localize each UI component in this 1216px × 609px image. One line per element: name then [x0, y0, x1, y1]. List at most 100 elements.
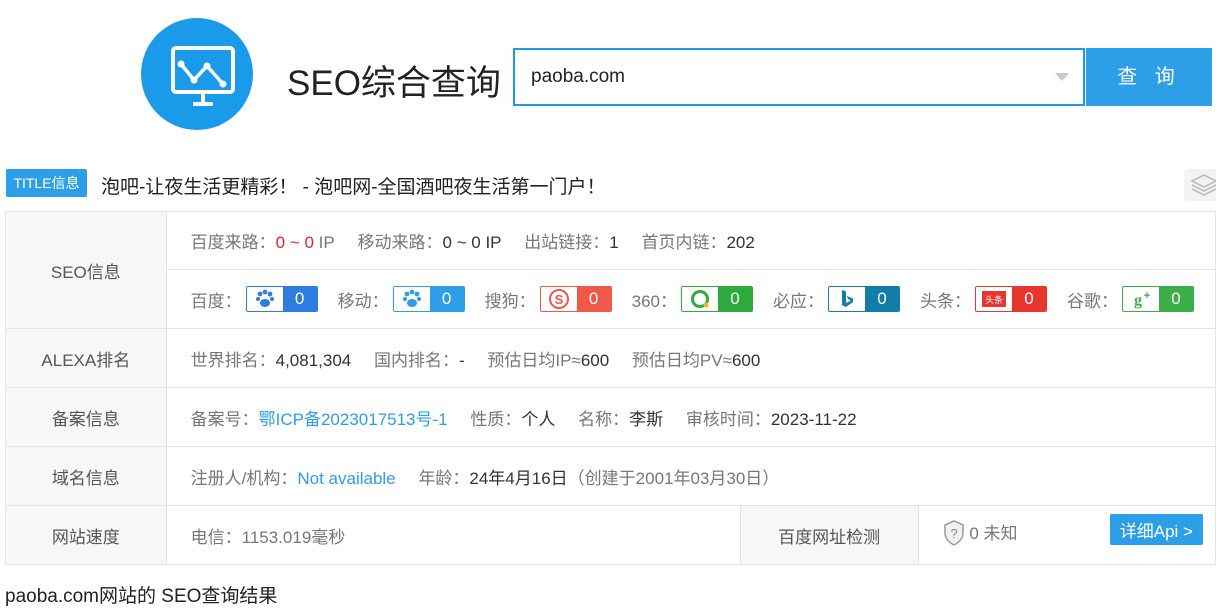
icp-date-value: 2023-11-22 [770, 409, 857, 429]
seo-info-table: SEO信息 百度来路：0 ~ 0 IP 移动来路：0 ~ 0 IP 出站链接：1… [5, 211, 1216, 565]
chart-monitor-icon [171, 46, 235, 106]
weight-value: 0 [429, 287, 464, 311]
registrant-link[interactable]: Not available [297, 469, 395, 488]
weight-value: 0 [718, 287, 752, 311]
title-badge: TITLE信息 [6, 169, 87, 197]
baidu-traffic-value[interactable]: 0 ~ 0 [276, 233, 314, 252]
speed-label: 网站速度 [5, 505, 167, 565]
seo-label: SEO信息 [5, 211, 167, 329]
toutiao-icon: 头条 [976, 287, 1012, 311]
check-result-cell: ? 0 未知 详细Api > [918, 506, 1215, 564]
weight-item: 移动： 0 [338, 286, 465, 312]
weight-label: 必应： [773, 291, 824, 311]
outlinks-value[interactable]: 1 [609, 233, 618, 252]
weight-chip[interactable]: 0 [245, 286, 318, 312]
est-pv-value: 600 [731, 350, 761, 370]
icp-type-label: 性质： [470, 409, 522, 429]
speed-row: 电信：1153.019毫秒 百度网址检测 ? 0 未知 详细Api > [165, 505, 1216, 565]
shield-question-icon: ? [943, 519, 965, 551]
detail-api-button[interactable]: 详细Api > [1109, 514, 1203, 545]
bing-icon [829, 287, 865, 311]
weight-chip[interactable]: S0 [539, 286, 612, 312]
weights-row: 百度： 0 移动： 0 搜狗： S 0 360： 0 必应： 0 头条： 头条 0 谷歌： g +0 [165, 269, 1216, 329]
weight-item: 必应： 0 [773, 286, 900, 312]
domestic-rank-label: 国内排名： [374, 350, 459, 370]
alexa-label: ALEXA排名 [5, 328, 167, 388]
telecom-cell: 电信：1153.019毫秒 [166, 506, 741, 564]
google-plus-icon: g + [1123, 287, 1159, 311]
world-rank-value: 4,081,304 [275, 350, 352, 370]
icp-label: 备案信息 [5, 387, 167, 447]
weight-value: 0 [576, 287, 611, 311]
weight-value: 0 [1159, 287, 1193, 311]
domestic-rank-value: - [459, 350, 465, 370]
weight-item: 百度： 0 [191, 286, 318, 312]
age-value: 24年4月16日 [469, 468, 568, 488]
domain-label: 域名信息 [5, 446, 167, 506]
traffic-row: 百度来路：0 ~ 0 IP 移动来路：0 ~ 0 IP 出站链接：1 首页内链：… [165, 211, 1216, 270]
icp-row: 备案号：鄂ICP备2023017513号-1 性质：个人 名称：李斯 审核时间：… [165, 387, 1216, 447]
weight-chip[interactable]: g +0 [1122, 286, 1194, 312]
icp-name-label: 名称： [578, 409, 630, 429]
logo [141, 18, 253, 130]
world-rank-label: 世界排名： [190, 350, 276, 370]
icp-type-value: 个人 [521, 409, 556, 429]
weight-value: 0 [282, 287, 317, 311]
weight-label: 360： [631, 291, 677, 311]
search-input[interactable] [515, 50, 1035, 104]
est-ip-label: 预估日均IP≈ [487, 350, 581, 370]
dropdown-chevron-icon[interactable] [1055, 73, 1069, 81]
check-result-value: 0 未知 [969, 524, 1018, 544]
weight-label: 谷歌： [1067, 291, 1118, 311]
svg-text:S: S [554, 292, 563, 307]
svg-text:+: + [1144, 290, 1150, 302]
svg-text:g: g [1134, 292, 1142, 309]
weight-value: 0 [865, 287, 899, 311]
weight-chip[interactable]: 0 [828, 286, 900, 312]
weight-label: 移动： [337, 291, 389, 311]
360-icon [682, 287, 718, 311]
mobile-traffic-label: 移动来路： [357, 233, 443, 252]
weight-item: 360： 0 [632, 286, 753, 312]
domain-row: 注册人/机构：Not available 年龄：24年4月16日（创建于2001… [165, 446, 1216, 506]
baidu-url-check-label: 百度网址检测 [740, 506, 919, 564]
search-button[interactable]: 查 询 [1086, 48, 1212, 106]
weight-chip[interactable]: 0 [681, 286, 753, 312]
weight-label: 头条： [920, 291, 971, 311]
icp-no-link[interactable]: 鄂ICP备2023017513号-1 [259, 410, 448, 429]
outlinks-label: 出站链接： [524, 233, 610, 252]
weight-item: 谷歌： g +0 [1067, 286, 1194, 312]
created-date: （创建于2001年03月30日） [567, 468, 780, 488]
weight-chip[interactable]: 头条 0 [975, 286, 1047, 312]
inlinks-value[interactable]: 202 [726, 233, 754, 252]
mobile-traffic-value: 0 ~ 0 IP [442, 233, 502, 252]
baidu-paw-icon [246, 287, 283, 311]
icp-no-label: 备案号： [190, 409, 259, 429]
weight-item: 搜狗： S 0 [485, 286, 612, 312]
age-label: 年龄： [418, 468, 470, 488]
baidu-traffic-unit: IP [318, 233, 335, 252]
weight-value: 0 [1012, 287, 1046, 311]
baidu-traffic-label: 百度来路： [190, 233, 276, 252]
est-pv-label: 预估日均PV≈ [631, 350, 732, 370]
page-title-text: 泡吧-让夜生活更精彩！ - 泡吧网-全国酒吧夜生活第一门户！ [101, 177, 606, 198]
inlinks-label: 首页内链： [641, 233, 727, 252]
svg-text:头条: 头条 [985, 294, 1003, 306]
weight-item: 头条： 头条 0 [920, 286, 1047, 312]
svg-text:?: ? [950, 526, 957, 541]
icp-name-value: 李斯 [629, 409, 664, 429]
registrant-label: 注册人/机构： [190, 468, 298, 488]
telecom-value: 1153.019毫秒 [241, 527, 346, 547]
layers-icon[interactable] [1184, 169, 1216, 201]
footer-caption: paoba.com网站的 SEO查询结果 [5, 586, 278, 607]
search-box[interactable] [513, 48, 1085, 106]
mobile-paw-icon [393, 287, 430, 311]
brand-title: SEO综合查询 [287, 64, 501, 103]
weight-label: 搜狗： [484, 291, 536, 311]
sogou-icon: S [540, 287, 577, 311]
telecom-label: 电信： [190, 527, 242, 547]
icp-date-label: 审核时间： [685, 409, 771, 429]
est-ip-value: 600 [580, 350, 610, 370]
weight-chip[interactable]: 0 [392, 286, 465, 312]
weight-label: 百度： [190, 291, 242, 311]
